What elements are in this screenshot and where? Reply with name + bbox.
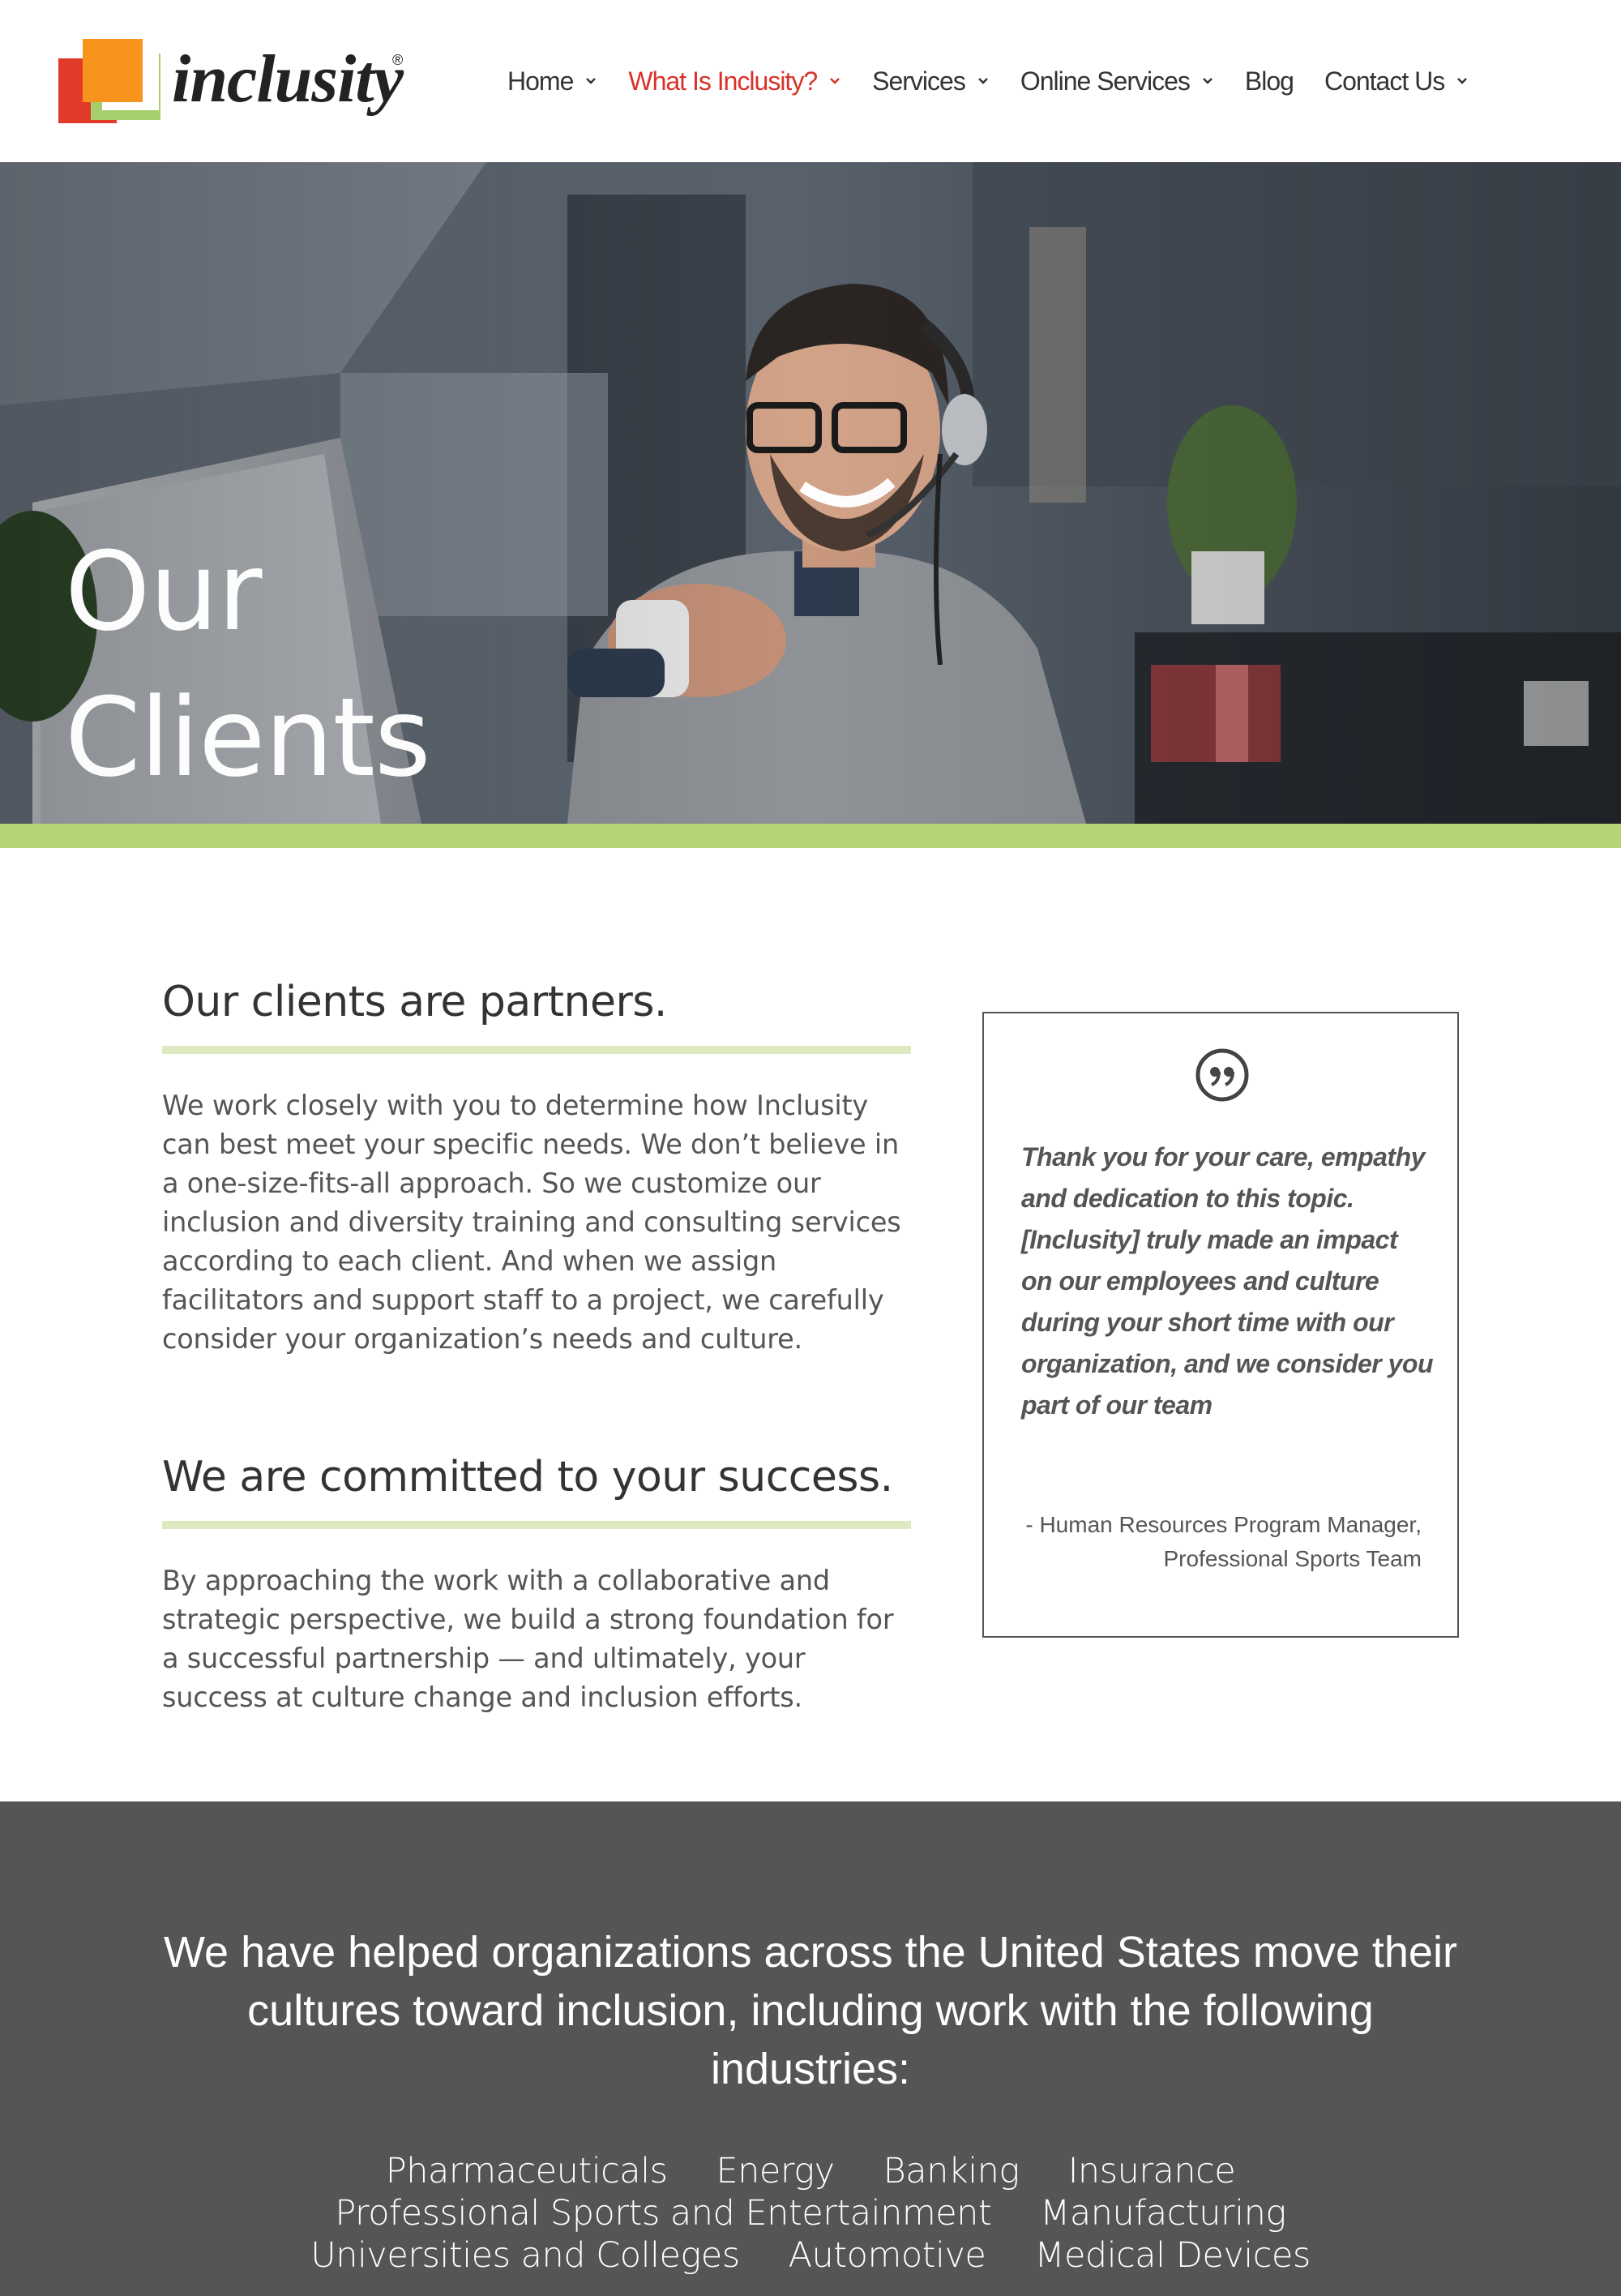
industries-row: Pharmaceuticals Energy Banking Insurance (0, 2150, 1621, 2192)
industry-item: Professional Sports and Entertainment (335, 2193, 992, 2234)
attribution-line: - Human Resources Program Manager, (1025, 1512, 1422, 1537)
testimonial-quote: Thank you for your care, empathy and ded… (1021, 1142, 1434, 1420)
industry-item: Medical Devices (1034, 2235, 1311, 2276)
industries-section: We have helped organizations across the … (0, 1801, 1621, 2296)
chevron-down-icon (977, 75, 990, 88)
industries-list: Pharmaceuticals Energy Banking Insurance… (0, 2150, 1621, 2277)
page-title-line2: Clients (65, 675, 431, 801)
nav-item-blog[interactable]: Blog (1245, 66, 1294, 96)
success-section: We are committed to your success. By app… (162, 1448, 913, 1717)
nav-label: Home (507, 66, 574, 96)
nav-item-contact-us[interactable]: Contact Us (1324, 66, 1469, 96)
page-title-line1: Our (65, 529, 262, 655)
section-heading: Our clients are partners. (162, 978, 667, 1026)
nav-label: Services (872, 66, 966, 96)
nav-item-services[interactable]: Services (872, 66, 990, 96)
industry-item: Pharmaceuticals (385, 2151, 668, 2191)
heading-divider (162, 1046, 911, 1054)
industries-row: Universities and Colleges Automotive Med… (0, 2234, 1621, 2277)
main-nav: Home What Is Inclusity? Services Online … (507, 63, 1499, 99)
section-text: We work closely with you to determine ho… (162, 1090, 901, 1355)
testimonial-attribution: - Human Resources Program Manager, Profe… (1016, 1508, 1422, 1576)
page-title: Our Clients (65, 519, 431, 811)
quote-icon (1195, 1048, 1249, 1102)
logo-squares-icon (58, 39, 160, 123)
inclusity-logo[interactable]: inclusity ® (58, 39, 415, 128)
nav-item-home[interactable]: Home (507, 66, 597, 96)
hero-banner: Our Clients (0, 162, 1621, 824)
logo-wordmark: inclusity (172, 41, 404, 117)
registered-mark: ® (392, 52, 404, 68)
site-header: inclusity ® Home What Is Inclusity? Serv… (0, 0, 1621, 162)
industries-heading: We have helped organizations across the … (164, 1928, 1457, 2093)
industry-item: Manufacturing (1040, 2193, 1286, 2234)
attribution-line: Professional Sports Team (1163, 1546, 1422, 1571)
nav-label: Blog (1244, 66, 1294, 96)
nav-label: Contact Us (1324, 66, 1445, 96)
nav-item-online-services[interactable]: Online Services (1020, 66, 1214, 96)
chevron-down-icon (1456, 75, 1469, 88)
heading-divider (162, 1521, 911, 1529)
industry-item: Automotive (788, 2235, 986, 2276)
industry-item: Universities and Colleges (310, 2235, 740, 2276)
nav-label: Online Services (1020, 66, 1191, 96)
section-text: By approaching the work with a collabora… (162, 1565, 894, 1713)
hero-accent-bar (0, 824, 1621, 848)
industry-item: Banking (883, 2151, 1020, 2191)
industry-item: Energy (716, 2151, 836, 2191)
chevron-down-icon (828, 75, 841, 88)
section-heading: We are committed to your success. (162, 1453, 893, 1501)
industries-row: Professional Sports and Entertainment Ma… (0, 2192, 1621, 2234)
partners-section: Our clients are partners. We work closel… (162, 973, 913, 1359)
nav-label: What Is Inclusity? (628, 66, 818, 96)
industry-item: Insurance (1067, 2151, 1236, 2191)
testimonial-card: Thank you for your care, empathy and ded… (982, 1012, 1459, 1638)
chevron-down-icon (1201, 75, 1214, 88)
nav-item-what-is-inclusity[interactable]: What Is Inclusity? (628, 66, 841, 96)
chevron-down-icon (584, 75, 597, 88)
